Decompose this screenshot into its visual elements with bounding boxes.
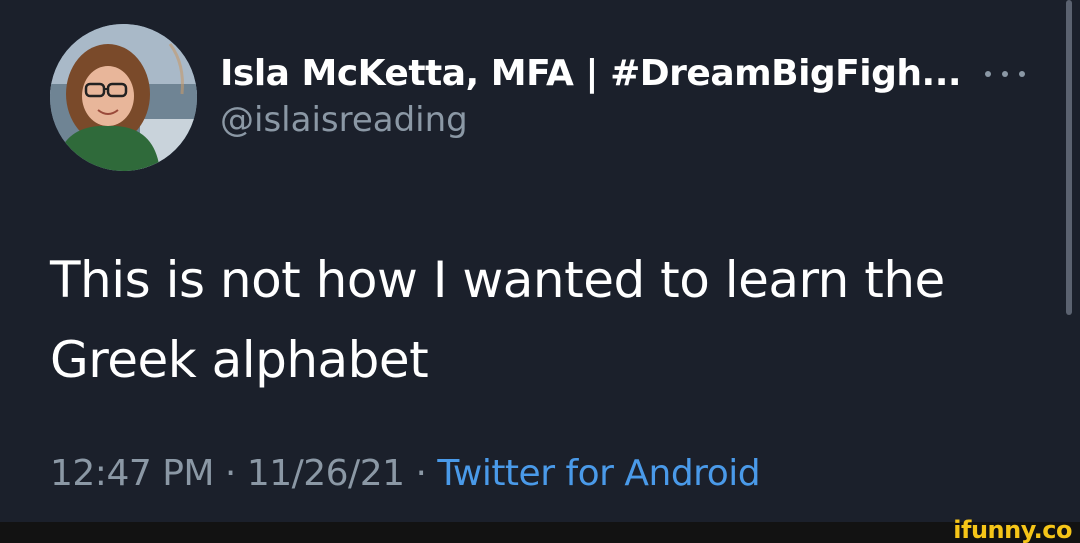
tweet-date[interactable]: 11/26/21: [247, 453, 405, 494]
author-info: Isla McKetta, MFA | #DreamBigFigh... @is…: [220, 52, 962, 142]
scrollbar[interactable]: [1066, 0, 1072, 315]
tweet-source-link[interactable]: Twitter for Android: [437, 453, 760, 494]
meta-separator: ·: [213, 453, 247, 494]
author-handle[interactable]: @islaisreading: [220, 98, 961, 142]
ifunny-watermark: ifunny.co: [953, 516, 1072, 543]
avatar-photo: [50, 24, 197, 171]
tweet-body-text: This is not how I wanted to learn the Gr…: [50, 251, 945, 389]
author-display-name[interactable]: Isla McKetta, MFA | #DreamBigFigh...: [220, 52, 962, 96]
more-dot: [1002, 71, 1008, 77]
avatar[interactable]: [50, 24, 197, 171]
tweet-metadata: 12:47 PM · 11/26/21 · Twitter for Androi…: [50, 450, 761, 498]
more-horizontal-icon[interactable]: [985, 64, 1025, 84]
more-dot: [985, 71, 991, 77]
tweet-header: Isla McKetta, MFA | #DreamBigFigh... @is…: [50, 24, 1030, 174]
watermark-bar: [0, 522, 1080, 543]
tweet-time[interactable]: 12:47 PM: [50, 453, 214, 494]
more-dot: [1019, 71, 1025, 77]
meta-separator: ·: [404, 453, 438, 494]
tweet-screenshot: Isla McKetta, MFA | #DreamBigFigh... @is…: [0, 0, 1080, 543]
